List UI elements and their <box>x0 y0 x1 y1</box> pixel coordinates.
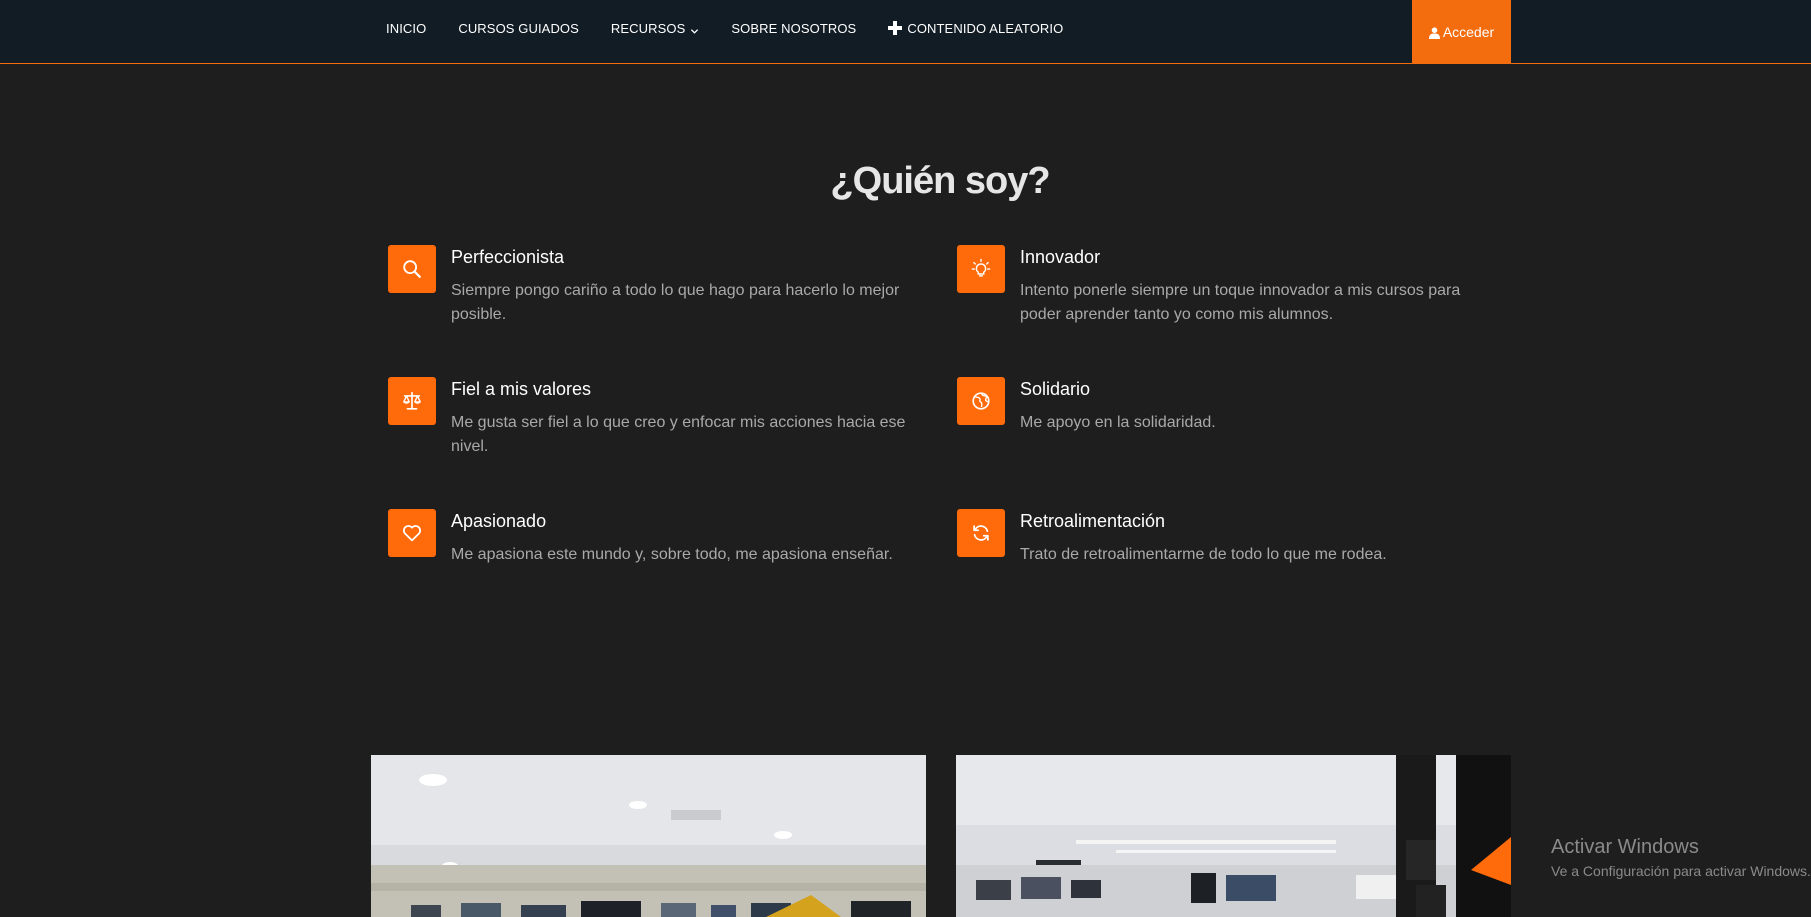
feature-title: Retroalimentación <box>1020 511 1166 531</box>
chevron-down-icon <box>690 24 699 34</box>
feature-title: Innovador <box>1020 247 1101 267</box>
nav-item-label: RECURSOS <box>610 20 686 36</box>
nav-item-inicio[interactable]: INICIO <box>386 21 426 36</box>
heart-icon <box>388 509 436 557</box>
feature-title: Perfeccionista <box>451 247 565 267</box>
nav-item-sobre-nosotros[interactable]: SOBRE NOSOTROS <box>731 21 856 36</box>
lightbulb-icon <box>957 245 1005 293</box>
section-title: ¿Quién soy? <box>830 160 1050 202</box>
nav-item-label: INICIO <box>386 20 427 36</box>
main-nav: INICIO CURSOS GUIADOS RECURSOS SOBRE NOS… <box>386 0 1095 56</box>
globe-icon <box>957 377 1005 425</box>
feature-description: Me apasiona este mundo y, sobre todo, me… <box>451 546 893 563</box>
plus-icon <box>888 21 903 35</box>
feature-description: Trato de retroalimentarme de todo lo que… <box>1020 546 1387 563</box>
watermark-title: Activar Windows <box>1551 836 1699 858</box>
top-navbar: INICIO CURSOS GUIADOS RECURSOS SOBRE NOS… <box>0 0 1811 64</box>
feature-description: Me apoyo en la solidaridad. <box>1020 414 1216 431</box>
login-button[interactable]: Acceder <box>1412 0 1511 64</box>
feature-description: Siempre pongo cariño a todo lo que hago … <box>451 282 900 323</box>
office-photo-right <box>956 755 1511 917</box>
watermark-subtitle: Ve a Configuración para activar Windows. <box>1551 863 1811 879</box>
feature-title: Apasionado <box>451 511 547 531</box>
nav-item-label: SOBRE NOSOTROS <box>731 20 857 36</box>
feature-description: Intento ponerle siempre un toque innovad… <box>1020 282 1461 323</box>
feature-title: Fiel a mis valores <box>451 379 592 399</box>
nav-item-recursos[interactable]: RECURSOS <box>611 21 699 36</box>
user-icon <box>1428 26 1440 39</box>
feature-description: Me gusta ser fiel a lo que creo y enfoca… <box>451 414 906 455</box>
windows-activation-watermark: Activar Windows Ve a Configuración para … <box>1551 836 1811 881</box>
office-photo-left <box>371 755 926 917</box>
search-icon <box>388 245 436 293</box>
login-label: Acceder <box>1442 24 1495 40</box>
nav-item-label: CURSOS GUIADOS <box>458 20 579 36</box>
nav-item-cursos-guiados[interactable]: CURSOS GUIADOS <box>458 21 579 36</box>
feature-title: Solidario <box>1020 379 1091 399</box>
nav-item-label: CONTENIDO ALEATORIO <box>907 20 1064 36</box>
nav-item-contenido-aleatorio[interactable]: CONTENIDO ALEATORIO <box>888 21 1063 36</box>
refresh-icon <box>957 509 1005 557</box>
balance-scale-icon <box>388 377 436 425</box>
